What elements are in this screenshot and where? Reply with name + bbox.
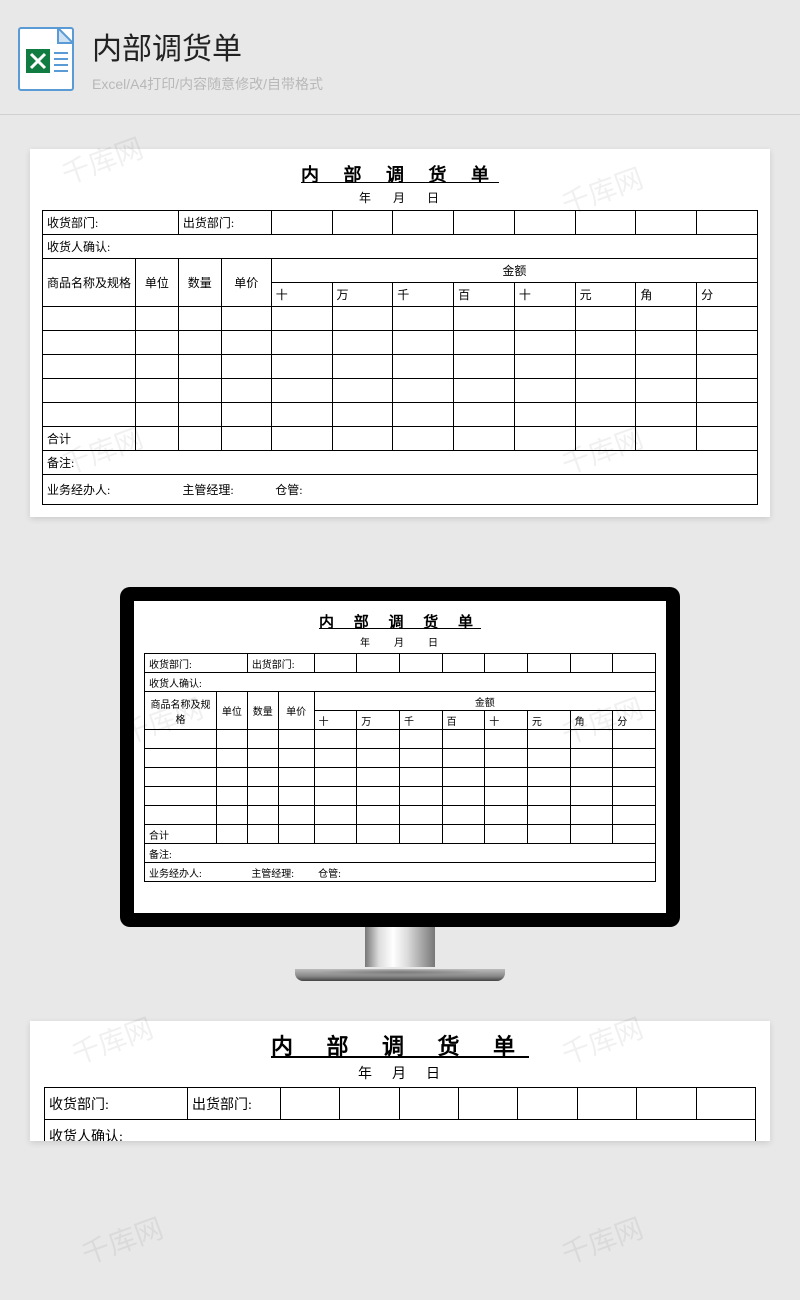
- transfer-form-table-small: 收货部门: 出货部门: 收货人确认: 商品名称及规格 单位 数量 单价 金额: [144, 653, 656, 882]
- table-row: [145, 768, 656, 787]
- table-row: [145, 730, 656, 749]
- recv-confirm-label: 收货人确认:: [145, 673, 656, 692]
- form-date-line: 年月日: [44, 1063, 756, 1087]
- ship-dept-label: 出货部门:: [188, 1088, 281, 1120]
- watermark: 千库网: [556, 1207, 649, 1273]
- form-title: 内 部 调 货 单: [44, 1023, 756, 1063]
- total-label: 合计: [43, 427, 136, 451]
- handler-label: 业务经办人:: [43, 475, 179, 505]
- col-unit: 单位: [135, 259, 178, 307]
- form-date-line: 年月日: [42, 189, 758, 210]
- table-row: [43, 355, 758, 379]
- recv-confirm-label: 收货人确认:: [43, 235, 758, 259]
- form-title: 内 部 调 货 单: [144, 609, 656, 634]
- amt-sub-0: 十: [271, 283, 332, 307]
- handler-label: 业务经办人:: [145, 863, 248, 882]
- col-qty: 数量: [247, 692, 278, 730]
- monitor-screen: 内 部 调 货 单 年月日 收货部门: 出货部门:: [134, 601, 666, 913]
- ship-dept-label: 出货部门:: [178, 211, 271, 235]
- form-preview-large: 内 部 调 货 单 年月日 收货部门: 出货部门: 收货人确认: 商品名称及规格: [30, 149, 770, 517]
- monitor-mockup: 内 部 调 货 单 年月日 收货部门: 出货部门:: [0, 567, 800, 1021]
- transfer-form-table-cropped: 收货部门: 出货部门: 收货人确认:: [44, 1087, 756, 1141]
- amt-sub-6: 角: [636, 283, 697, 307]
- remark-label: 备注:: [43, 451, 758, 475]
- col-price: 单价: [221, 259, 271, 307]
- warehouse-label: 仓管:: [314, 863, 655, 882]
- monitor-bezel: 内 部 调 货 单 年月日 收货部门: 出货部门:: [120, 587, 680, 927]
- amt-sub-3: 百: [454, 283, 515, 307]
- ship-dept-label: 出货部门:: [247, 654, 314, 673]
- monitor-stand-neck: [365, 927, 435, 967]
- col-amount: 金额: [271, 259, 757, 283]
- col-name: 商品名称及规格: [43, 259, 136, 307]
- blank-cell: [271, 211, 332, 235]
- table-row: [43, 307, 758, 331]
- col-qty: 数量: [178, 259, 221, 307]
- table-row: [145, 806, 656, 825]
- form-date-line: 年月日: [144, 634, 656, 653]
- col-price: 单价: [278, 692, 314, 730]
- divider: [0, 114, 800, 115]
- total-label: 合计: [145, 825, 217, 844]
- col-unit: 单位: [216, 692, 247, 730]
- table-row: [43, 379, 758, 403]
- amt-sub-4: 十: [514, 283, 575, 307]
- amt-sub-7: 分: [697, 283, 758, 307]
- remark-label: 备注:: [145, 844, 656, 863]
- recv-dept-label: 收货部门:: [145, 654, 248, 673]
- monitor-stand-base: [295, 969, 505, 981]
- transfer-form-table: 收货部门: 出货部门: 收货人确认: 商品名称及规格 单位 数量 单价 金额 十…: [42, 210, 758, 505]
- form-title: 内 部 调 货 单: [42, 159, 758, 189]
- table-row: [145, 787, 656, 806]
- table-row: [43, 403, 758, 427]
- amt-sub-5: 元: [575, 283, 636, 307]
- recv-dept-label: 收货部门:: [43, 211, 179, 235]
- warehouse-label: 仓管:: [271, 475, 757, 505]
- page-header: 内部调货单 Excel/A4打印/内容随意修改/自带格式: [0, 0, 800, 114]
- watermark: 千库网: [76, 1207, 169, 1273]
- amt-sub-2: 千: [393, 283, 454, 307]
- form-preview-cropped: 内 部 调 货 单 年月日 收货部门: 出货部门: 收货人确认:: [30, 1021, 770, 1141]
- template-title: 内部调货单: [92, 24, 772, 68]
- manager-label: 主管经理:: [178, 475, 271, 505]
- amt-sub-1: 万: [332, 283, 393, 307]
- recv-dept-label: 收货部门:: [45, 1088, 188, 1120]
- excel-file-icon: [18, 27, 74, 91]
- recv-confirm-label: 收货人确认:: [45, 1120, 756, 1142]
- col-name: 商品名称及规格: [145, 692, 217, 730]
- col-amount: 金额: [314, 692, 655, 711]
- template-showcase-page: 千库网 千库网 千库网 千库网 千库网 千库网 千库网 千库网 千库网 千库网 …: [0, 0, 800, 1141]
- table-row: [145, 749, 656, 768]
- template-subtitle: Excel/A4打印/内容随意修改/自带格式: [92, 74, 772, 94]
- table-row: [43, 331, 758, 355]
- manager-label: 主管经理:: [247, 863, 314, 882]
